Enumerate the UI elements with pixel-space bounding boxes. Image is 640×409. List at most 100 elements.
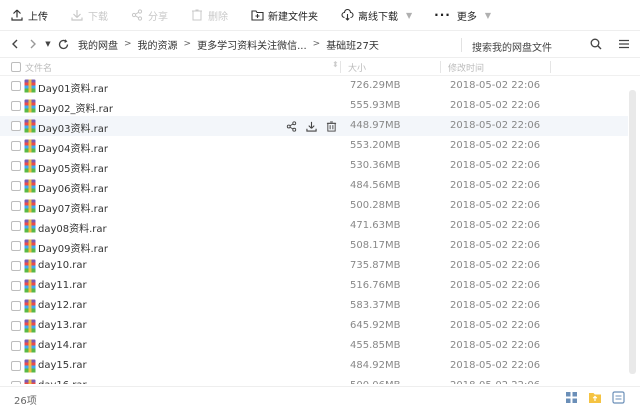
file-modified-date: 2018-05-02 22:06 bbox=[450, 280, 541, 291]
row-checkbox[interactable] bbox=[11, 141, 21, 151]
column-divider[interactable] bbox=[340, 61, 341, 73]
table-row[interactable]: day16.rar 500.06MB 2018-05-02 22:06 bbox=[0, 376, 628, 384]
refresh-icon[interactable] bbox=[54, 30, 72, 58]
file-name[interactable]: day08资料.rar bbox=[38, 220, 107, 235]
column-header-size[interactable]: 大小 bbox=[348, 61, 366, 74]
table-row[interactable]: Day02_资料.rar 555.93MB 2018-05-02 22:06 bbox=[0, 96, 628, 116]
search-icon[interactable] bbox=[590, 38, 602, 53]
column-header-modified[interactable]: 修改时间 bbox=[448, 61, 484, 74]
vertical-scrollbar[interactable] bbox=[629, 90, 636, 374]
row-checkbox[interactable] bbox=[11, 261, 21, 271]
table-row[interactable]: Day01资料.rar 726.29MB 2018-05-02 22:06 bbox=[0, 76, 628, 96]
table-row[interactable]: day08资料.rar 471.63MB 2018-05-02 22:06 bbox=[0, 216, 628, 236]
search-input[interactable]: 搜索我的网盘文件 bbox=[472, 39, 552, 54]
table-row[interactable]: Day03资料.rar 448.97MB 2018-05-02 22:06 bbox=[0, 116, 628, 136]
table-row[interactable]: Day09资料.rar 508.17MB 2018-05-02 22:06 bbox=[0, 236, 628, 256]
row-checkbox[interactable] bbox=[11, 81, 21, 91]
download-button[interactable]: 下载 bbox=[70, 0, 108, 30]
breadcrumb-item-current[interactable]: 基础班27天 bbox=[326, 37, 379, 52]
list-view-icon[interactable] bbox=[618, 38, 630, 53]
file-name[interactable]: Day04资料.rar bbox=[38, 140, 108, 155]
row-checkbox[interactable] bbox=[11, 121, 21, 131]
column-divider[interactable] bbox=[440, 61, 441, 73]
file-name[interactable]: Day06资料.rar bbox=[38, 180, 108, 195]
file-name[interactable]: day14.rar bbox=[38, 340, 87, 351]
chevron-right-icon[interactable] bbox=[24, 30, 42, 58]
table-row[interactable]: Day07资料.rar 500.28MB 2018-05-02 22:06 bbox=[0, 196, 628, 216]
file-modified-date: 2018-05-02 22:06 bbox=[450, 300, 541, 311]
row-checkbox[interactable] bbox=[11, 321, 21, 331]
transfer-list-icon[interactable] bbox=[612, 391, 626, 405]
row-checkbox[interactable] bbox=[11, 201, 21, 211]
file-size: 735.87MB bbox=[350, 260, 401, 271]
table-row[interactable]: day11.rar 516.76MB 2018-05-02 22:06 bbox=[0, 276, 628, 296]
table-row[interactable]: day12.rar 583.37MB 2018-05-02 22:06 bbox=[0, 296, 628, 316]
row-checkbox[interactable] bbox=[11, 161, 21, 171]
row-checkbox[interactable] bbox=[11, 281, 21, 291]
share-icon[interactable] bbox=[284, 119, 298, 133]
breadcrumb: 我的网盘 > 我的资源 > 更多学习资料关注微信... > 基础班27天 bbox=[78, 37, 438, 52]
file-name[interactable]: day12.rar bbox=[38, 300, 87, 311]
table-row[interactable]: day10.rar 735.87MB 2018-05-02 22:06 bbox=[0, 256, 628, 276]
row-actions bbox=[284, 119, 344, 133]
column-divider[interactable] bbox=[550, 61, 551, 73]
file-size: 645.92MB bbox=[350, 320, 401, 331]
file-size: 448.97MB bbox=[350, 120, 401, 131]
table-row[interactable]: day14.rar 455.85MB 2018-05-02 22:06 bbox=[0, 336, 628, 356]
breadcrumb-item[interactable]: 我的资源 bbox=[138, 37, 178, 52]
file-name[interactable]: Day01资料.rar bbox=[38, 80, 108, 95]
winrar-archive-icon bbox=[24, 119, 36, 133]
row-checkbox[interactable] bbox=[11, 301, 21, 311]
file-name[interactable]: day10.rar bbox=[38, 260, 87, 271]
winrar-archive-icon bbox=[24, 319, 36, 333]
select-all-checkbox[interactable] bbox=[11, 62, 21, 72]
download-icon bbox=[70, 8, 84, 22]
upload-folder-icon[interactable] bbox=[588, 391, 602, 405]
row-checkbox[interactable] bbox=[11, 361, 21, 371]
breadcrumb-item[interactable]: 更多学习资料关注微信... bbox=[197, 37, 307, 52]
file-name[interactable]: Day07资料.rar bbox=[38, 200, 108, 215]
offline-download-button[interactable]: 离线下载 ▼ bbox=[340, 0, 412, 30]
row-checkbox[interactable] bbox=[11, 101, 21, 111]
file-name[interactable]: day11.rar bbox=[38, 280, 87, 291]
file-name[interactable]: Day09资料.rar bbox=[38, 240, 108, 255]
winrar-archive-icon bbox=[24, 179, 36, 193]
upload-button[interactable]: 上传 bbox=[10, 0, 48, 30]
file-modified-date: 2018-05-02 22:06 bbox=[450, 100, 541, 111]
delete-button[interactable]: 删除 bbox=[190, 0, 228, 30]
file-name[interactable]: Day03资料.rar bbox=[38, 120, 108, 135]
chevron-left-icon[interactable] bbox=[6, 30, 24, 58]
trash-icon[interactable] bbox=[324, 119, 338, 133]
file-name[interactable]: Day05资料.rar bbox=[38, 160, 108, 175]
file-name[interactable]: day13.rar bbox=[38, 320, 87, 331]
file-name[interactable]: day15.rar bbox=[38, 360, 87, 371]
item-count: 26项 bbox=[14, 396, 37, 407]
new-folder-button[interactable]: 新建文件夹 bbox=[250, 0, 318, 30]
download-icon[interactable] bbox=[304, 119, 318, 133]
column-header-name[interactable]: 文件名 bbox=[25, 61, 52, 74]
table-row[interactable]: Day05资料.rar 530.36MB 2018-05-02 22:06 bbox=[0, 156, 628, 176]
winrar-archive-icon bbox=[24, 79, 36, 93]
sort-arrow-icon[interactable]: ⬍ bbox=[332, 60, 339, 69]
file-name[interactable]: day16.rar bbox=[38, 380, 87, 384]
file-name[interactable]: Day02_资料.rar bbox=[38, 100, 113, 115]
chevron-down-icon[interactable]: ▼ bbox=[406, 11, 412, 20]
file-modified-date: 2018-05-02 22:06 bbox=[450, 200, 541, 211]
file-size: 508.17MB bbox=[350, 240, 401, 251]
more-button[interactable]: ··· 更多 ▼ bbox=[434, 0, 491, 30]
row-checkbox[interactable] bbox=[11, 381, 21, 384]
breadcrumb-item[interactable]: 我的网盘 bbox=[78, 37, 118, 52]
table-row[interactable]: Day06资料.rar 484.56MB 2018-05-02 22:06 bbox=[0, 176, 628, 196]
row-checkbox[interactable] bbox=[11, 241, 21, 251]
table-row[interactable]: day15.rar 484.92MB 2018-05-02 22:06 bbox=[0, 356, 628, 376]
file-modified-date: 2018-05-02 22:06 bbox=[450, 320, 541, 331]
upload-label: 上传 bbox=[28, 11, 48, 23]
history-dropdown-icon[interactable]: ▼ bbox=[42, 30, 54, 58]
grid-view-icon[interactable] bbox=[565, 391, 579, 405]
row-checkbox[interactable] bbox=[11, 181, 21, 191]
share-button[interactable]: 分享 bbox=[130, 0, 168, 30]
row-checkbox[interactable] bbox=[11, 221, 21, 231]
row-checkbox[interactable] bbox=[11, 341, 21, 351]
table-row[interactable]: Day04资料.rar 553.20MB 2018-05-02 22:06 bbox=[0, 136, 628, 156]
table-row[interactable]: day13.rar 645.92MB 2018-05-02 22:06 bbox=[0, 316, 628, 336]
